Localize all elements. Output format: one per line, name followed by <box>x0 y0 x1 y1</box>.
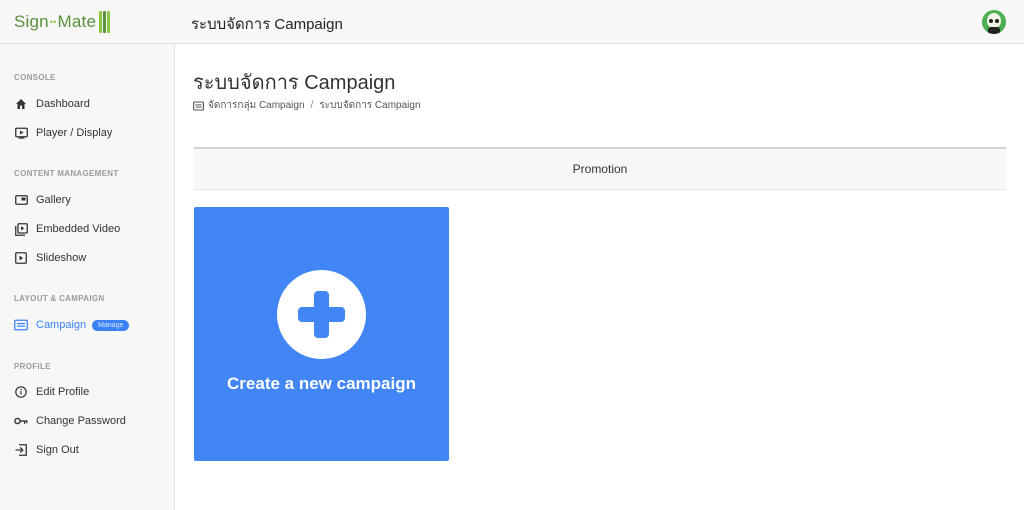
sidebar-section-profile: PROFILE <box>14 362 51 371</box>
sidebar-item-label: Change Password <box>36 415 126 427</box>
key-icon <box>14 414 28 428</box>
home-icon <box>14 97 28 111</box>
sidebar-item-player-display[interactable]: Player / Display <box>14 123 112 143</box>
campaign-icon <box>14 318 28 332</box>
logo-bars-icon <box>99 11 111 33</box>
sidebar-item-label: Sign Out <box>36 444 79 456</box>
sidebar: CONSOLE Dashboard Player / Display CONTE… <box>0 44 175 510</box>
sidebar-section-layout-campaign: LAYOUT & CAMPAIGN <box>14 294 105 303</box>
video-library-icon <box>14 222 28 236</box>
sidebar-item-label: Campaign <box>36 319 87 331</box>
manage-badge: Manage <box>92 319 130 331</box>
tab-promotion[interactable]: Promotion <box>194 147 1006 190</box>
page-title: ระบบจัดการ Campaign <box>193 72 396 94</box>
sign-out-icon <box>14 443 28 457</box>
campaign-group-icon <box>193 100 204 111</box>
tab-label: Promotion <box>572 162 628 176</box>
main-content: ระบบจัดการ Campaign จัดการกลุ่ม Campaign… <box>175 44 1024 510</box>
plus-circle-icon <box>277 270 366 359</box>
create-campaign-card[interactable]: Create a new campaign <box>194 207 449 461</box>
info-icon <box>14 385 28 399</box>
sidebar-item-label: Slideshow <box>36 252 87 264</box>
logo-text-sign: Sign <box>14 12 49 31</box>
gallery-icon <box>14 193 28 207</box>
signmate-logo[interactable]: Sign •• Mate <box>14 9 111 35</box>
sidebar-item-slideshow[interactable]: Slideshow <box>14 248 86 268</box>
breadcrumb-parent-link[interactable]: จัดการกลุ่ม Campaign <box>208 98 305 113</box>
sidebar-item-label: Edit Profile <box>36 386 90 398</box>
sidebar-item-label: Player / Display <box>36 127 113 139</box>
sidebar-item-label: Dashboard <box>36 98 90 110</box>
logo-text-mate: Mate <box>57 12 97 31</box>
sidebar-item-dashboard[interactable]: Dashboard <box>14 94 90 114</box>
sidebar-item-embedded-video[interactable]: Embedded Video <box>14 219 120 239</box>
top-title: ระบบจัดการ Campaign <box>191 16 343 33</box>
user-avatar[interactable] <box>982 10 1006 34</box>
sidebar-item-change-password[interactable]: Change Password <box>14 411 126 431</box>
sidebar-section-content-management: CONTENT MANAGEMENT <box>14 169 119 178</box>
slideshow-icon <box>14 251 28 265</box>
sidebar-item-edit-profile[interactable]: Edit Profile <box>14 382 89 402</box>
logo-text-mid: •• <box>49 17 57 27</box>
breadcrumb-current: ระบบจัดการ Campaign <box>319 100 421 111</box>
sidebar-item-label: Gallery <box>36 194 71 206</box>
sidebar-section-console: CONSOLE <box>14 73 56 82</box>
breadcrumb: จัดการกลุ่ม Campaign / ระบบจัดการ Campai… <box>193 98 421 113</box>
top-bar: Sign •• Mate ระบบจัดการ Campaign <box>0 0 1024 44</box>
sidebar-item-campaign[interactable]: Campaign Manage <box>14 315 130 335</box>
sidebar-item-sign-out[interactable]: Sign Out <box>14 440 79 460</box>
breadcrumb-separator: / <box>310 100 314 111</box>
create-campaign-label: Create a new campaign <box>227 374 416 393</box>
sidebar-item-gallery[interactable]: Gallery <box>14 190 71 210</box>
display-play-icon <box>14 126 28 140</box>
sidebar-item-label: Embedded Video <box>36 223 121 235</box>
